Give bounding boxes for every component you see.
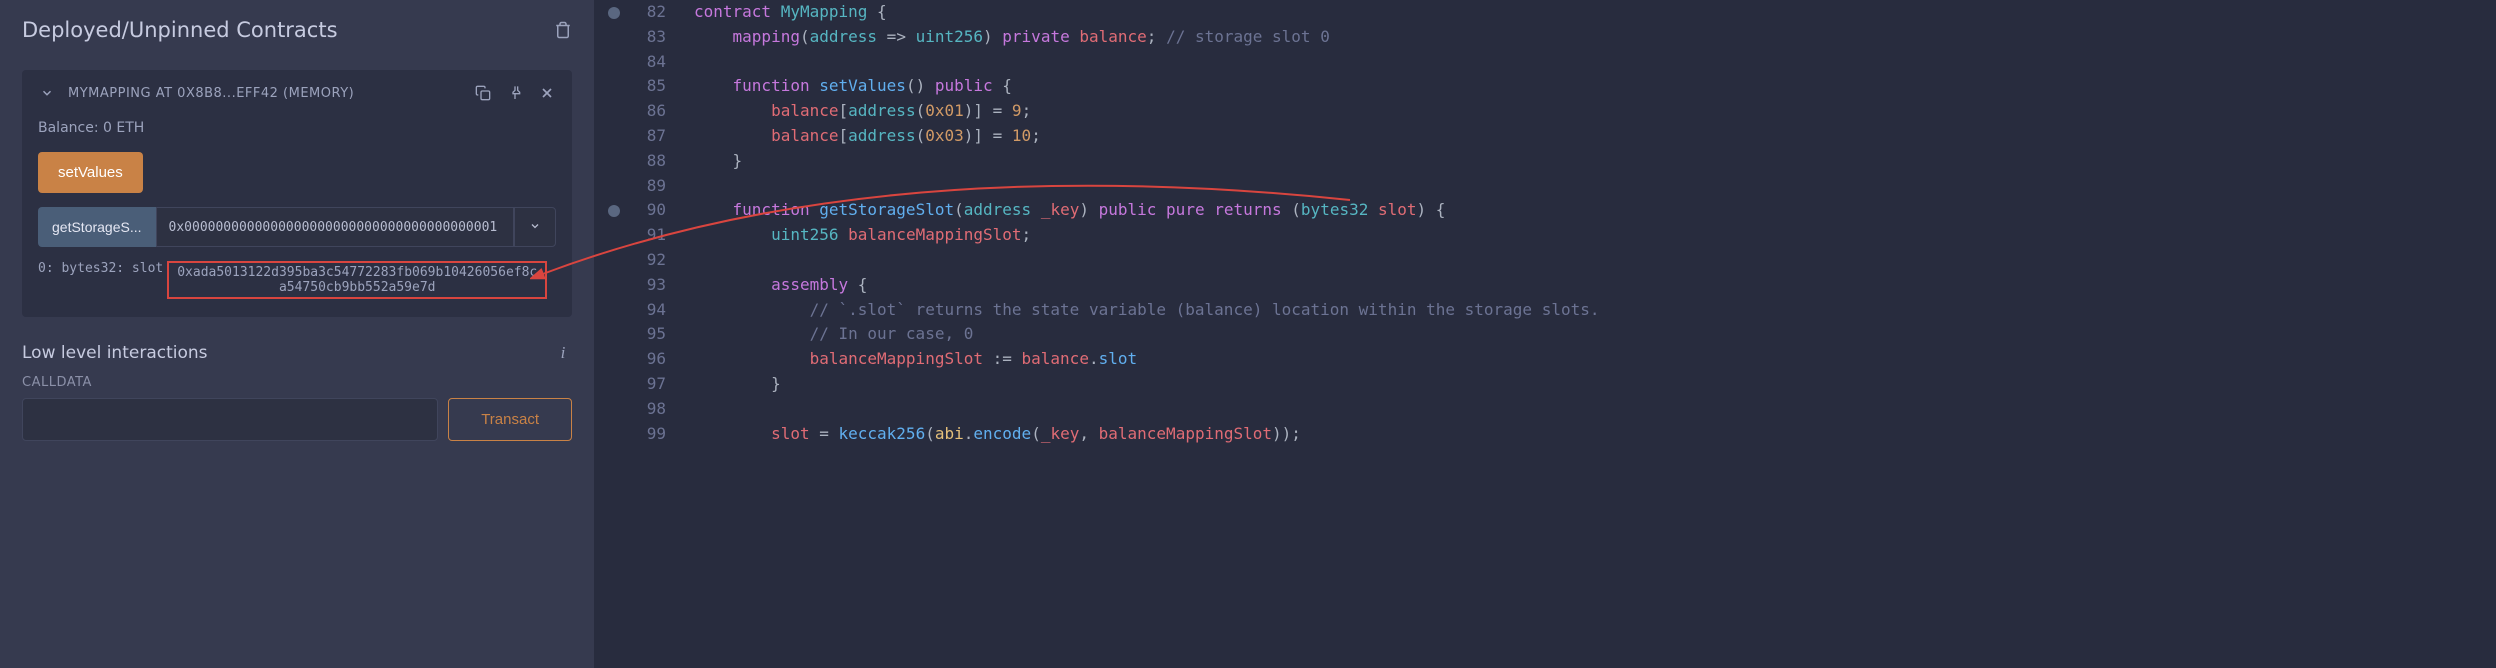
line-number: 88: [626, 149, 666, 174]
code-line[interactable]: uint256 balanceMappingSlot;: [694, 223, 1599, 248]
code-line[interactable]: contract MyMapping {: [694, 0, 1599, 25]
line-number: 95: [626, 322, 666, 347]
code-line[interactable]: balance[address(0x01)] = 9;: [694, 99, 1599, 124]
breakpoint-dot[interactable]: [608, 7, 620, 19]
balance-label: Balance:: [38, 120, 99, 136]
trash-icon[interactable]: [554, 21, 572, 39]
balance-line: Balance: 0 ETH: [38, 120, 556, 136]
code-line[interactable]: }: [694, 149, 1599, 174]
code-line[interactable]: [694, 248, 1599, 273]
breakpoint-gutter[interactable]: [594, 0, 626, 668]
line-number-gutter: 828384858687888990919293949596979899: [626, 0, 686, 668]
line-number: 98: [626, 397, 666, 422]
code-line[interactable]: function setValues() public {: [694, 74, 1599, 99]
line-number: 89: [626, 174, 666, 199]
contract-header: MYMAPPING AT 0X8B8...EFF42 (MEMORY): [38, 84, 556, 102]
code-line[interactable]: slot = keccak256(abi.encode(_key, balanc…: [694, 422, 1599, 447]
line-number: 96: [626, 347, 666, 372]
contract-card: MYMAPPING AT 0X8B8...EFF42 (MEMORY) Bala…: [22, 70, 572, 317]
result-value: 0xada5013122d395ba3c54772283fb069b104260…: [167, 261, 547, 299]
line-number: 99: [626, 422, 666, 447]
line-number: 90: [626, 198, 666, 223]
result-label: 0: bytes32: slot: [38, 261, 163, 299]
line-number: 86: [626, 99, 666, 124]
transact-button[interactable]: Transact: [448, 398, 572, 441]
pin-icon[interactable]: [506, 84, 524, 102]
panel-title: Deployed/Unpinned Contracts: [22, 18, 338, 42]
line-number: 91: [626, 223, 666, 248]
low-level-title: Low level interactions: [22, 343, 208, 363]
line-number: 82: [626, 0, 666, 25]
panel-title-row: Deployed/Unpinned Contracts: [22, 18, 572, 42]
set-values-button[interactable]: setValues: [38, 152, 143, 193]
code-content[interactable]: contract MyMapping { mapping(address => …: [686, 0, 1599, 668]
code-line[interactable]: [694, 397, 1599, 422]
expand-input-button[interactable]: [514, 207, 556, 247]
line-number: 93: [626, 273, 666, 298]
code-line[interactable]: assembly {: [694, 273, 1599, 298]
chevron-down-icon[interactable]: [38, 84, 56, 102]
info-icon[interactable]: i: [554, 344, 572, 362]
copy-icon[interactable]: [474, 84, 492, 102]
get-storage-slot-button[interactable]: getStorageS...: [38, 207, 156, 247]
close-icon[interactable]: [538, 84, 556, 102]
code-line[interactable]: function getStorageSlot(address _key) pu…: [694, 198, 1599, 223]
code-line[interactable]: // In our case, 0: [694, 322, 1599, 347]
line-number: 87: [626, 124, 666, 149]
code-line[interactable]: [694, 50, 1599, 75]
code-editor: 828384858687888990919293949596979899 con…: [594, 0, 2496, 668]
code-line[interactable]: mapping(address => uint256) private bala…: [694, 25, 1599, 50]
code-line[interactable]: balanceMappingSlot := balance.slot: [694, 347, 1599, 372]
low-level-section: Low level interactions i CALLDATA Transa…: [22, 343, 572, 441]
line-number: 83: [626, 25, 666, 50]
get-storage-input[interactable]: [156, 207, 514, 247]
balance-value: 0 ETH: [103, 120, 144, 136]
code-line[interactable]: // `.slot` returns the state variable (b…: [694, 298, 1599, 323]
calldata-label: CALLDATA: [22, 375, 572, 390]
line-number: 97: [626, 372, 666, 397]
line-number: 84: [626, 50, 666, 75]
code-line[interactable]: balance[address(0x03)] = 10;: [694, 124, 1599, 149]
result-row: 0: bytes32: slot 0xada5013122d395ba3c547…: [38, 257, 556, 303]
code-line[interactable]: [694, 174, 1599, 199]
code-line[interactable]: }: [694, 372, 1599, 397]
line-number: 85: [626, 74, 666, 99]
breakpoint-dot[interactable]: [608, 205, 620, 217]
deployed-contracts-panel: Deployed/Unpinned Contracts MYMAPPING AT…: [0, 0, 594, 668]
line-number: 94: [626, 298, 666, 323]
contract-name: MYMAPPING AT 0X8B8...EFF42 (MEMORY): [68, 86, 462, 101]
line-number: 92: [626, 248, 666, 273]
calldata-input[interactable]: [22, 398, 438, 441]
get-storage-row: getStorageS...: [38, 207, 556, 247]
